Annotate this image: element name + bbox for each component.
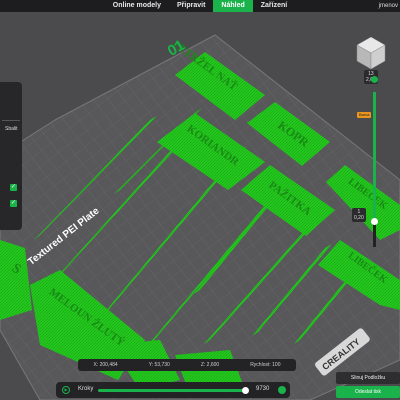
collapse-label[interactable]: Sbalit	[5, 126, 18, 132]
3d-viewport[interactable]: PETRŽEL NAŤ KORIANDR KOPR PAŽITKA LIBEČE…	[0, 12, 400, 400]
coord-x: X: 200,484	[93, 362, 118, 368]
layer-bottom-handle[interactable]	[371, 218, 378, 225]
layer-slider-track[interactable]	[373, 92, 376, 222]
layer-bottom-label: 1 0,20	[352, 208, 366, 222]
steps-label: Kroky	[78, 386, 94, 392]
layer-top-handle[interactable]	[371, 76, 378, 83]
top-navigation: Online modely Připravit Náhled Zařízení …	[0, 0, 400, 12]
tab-device[interactable]: Zařízení	[253, 0, 295, 12]
build-plate-scene: PETRŽEL NAŤ KORIANDR KOPR PAŽITKA LIBEČE…	[0, 34, 400, 400]
layer-slider-lower-track[interactable]	[373, 222, 376, 247]
tab-prepare[interactable]: Připravit	[169, 0, 213, 12]
coord-y: Y: 53,730	[148, 362, 170, 368]
coordinates-readout: X: 200,484 Y: 53,730 Z: 2,600 Rychlost: …	[78, 359, 296, 371]
user-name[interactable]: jmenov	[379, 0, 398, 12]
send-print-button[interactable]: Odeslat tisk	[336, 386, 400, 398]
coord-z: Z: 2,600	[200, 362, 220, 368]
step-slider-handle[interactable]	[242, 387, 249, 394]
step-control-icon[interactable]	[278, 386, 286, 394]
play-icon[interactable]: ▶	[62, 386, 70, 394]
checkbox-2[interactable]: ✓	[10, 200, 17, 207]
slice-plate-button[interactable]: Slinuj Podložku	[336, 372, 400, 384]
checkbox-1[interactable]: ✓	[10, 184, 17, 191]
divider	[2, 120, 20, 121]
step-slider-track[interactable]	[98, 389, 248, 392]
tab-preview[interactable]: Náhled	[213, 0, 253, 12]
tab-online-models[interactable]: Online modely	[105, 0, 169, 12]
left-side-panel: Sbalit ✓ ✓	[0, 82, 22, 230]
speed-readout: Rychlost: 100	[250, 362, 281, 368]
step-slider-bar: ▶ Kroky 9730	[56, 382, 290, 398]
step-value[interactable]: 9730	[256, 386, 269, 392]
view-cube[interactable]	[356, 36, 386, 70]
action-buttons: Slinuj Podložku Odeslat tisk	[336, 372, 400, 400]
color-badge[interactable]: Barva	[357, 112, 372, 118]
